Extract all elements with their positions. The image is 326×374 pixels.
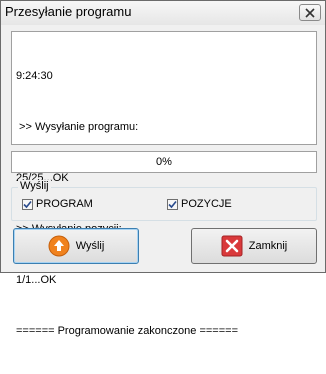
close-icon (305, 7, 315, 18)
program-checkbox-box[interactable] (22, 198, 33, 210)
checkmark-icon (168, 200, 177, 208)
positions-checkbox-box[interactable] (167, 198, 178, 210)
red-x-icon (221, 235, 243, 257)
program-checkbox-label: PROGRAM (36, 198, 93, 210)
send-button[interactable]: Wyślij (13, 228, 139, 264)
send-options-group: Wyślij PROGRAM POZYCJE (11, 180, 317, 221)
close-button[interactable]: Zamknij (191, 228, 317, 264)
positions-checkbox-label: POZYCJE (181, 198, 232, 210)
dialog-window: Przesyłanie programu 9:24:30 >> Wysyłani… (0, 0, 326, 337)
log-line: 1/1...OK (16, 274, 57, 286)
log-line: >> Wysyłanie programu: (16, 121, 139, 133)
close-button-label: Zamknij (248, 240, 288, 252)
progress-bar: 0% (11, 151, 317, 173)
upload-arrow-icon (48, 235, 70, 257)
positions-checkbox[interactable]: POZYCJE (167, 198, 232, 210)
progress-label: 0% (156, 156, 172, 168)
log-output[interactable]: 9:24:30 >> Wysyłanie programu: 25/25...O… (11, 31, 317, 337)
title-bar[interactable]: Przesyłanie programu (1, 1, 325, 25)
window-title: Przesyłanie programu (5, 4, 132, 19)
group-legend: Wyślij (18, 180, 51, 192)
log-line: 9:24:30 (16, 70, 53, 82)
checkmark-icon (23, 200, 32, 208)
log-line: ====== Programowanie zakonczone ====== (16, 325, 238, 337)
send-button-label: Wyślij (75, 240, 105, 252)
program-checkbox[interactable]: PROGRAM (22, 198, 93, 210)
title-close-button[interactable] (299, 4, 321, 21)
